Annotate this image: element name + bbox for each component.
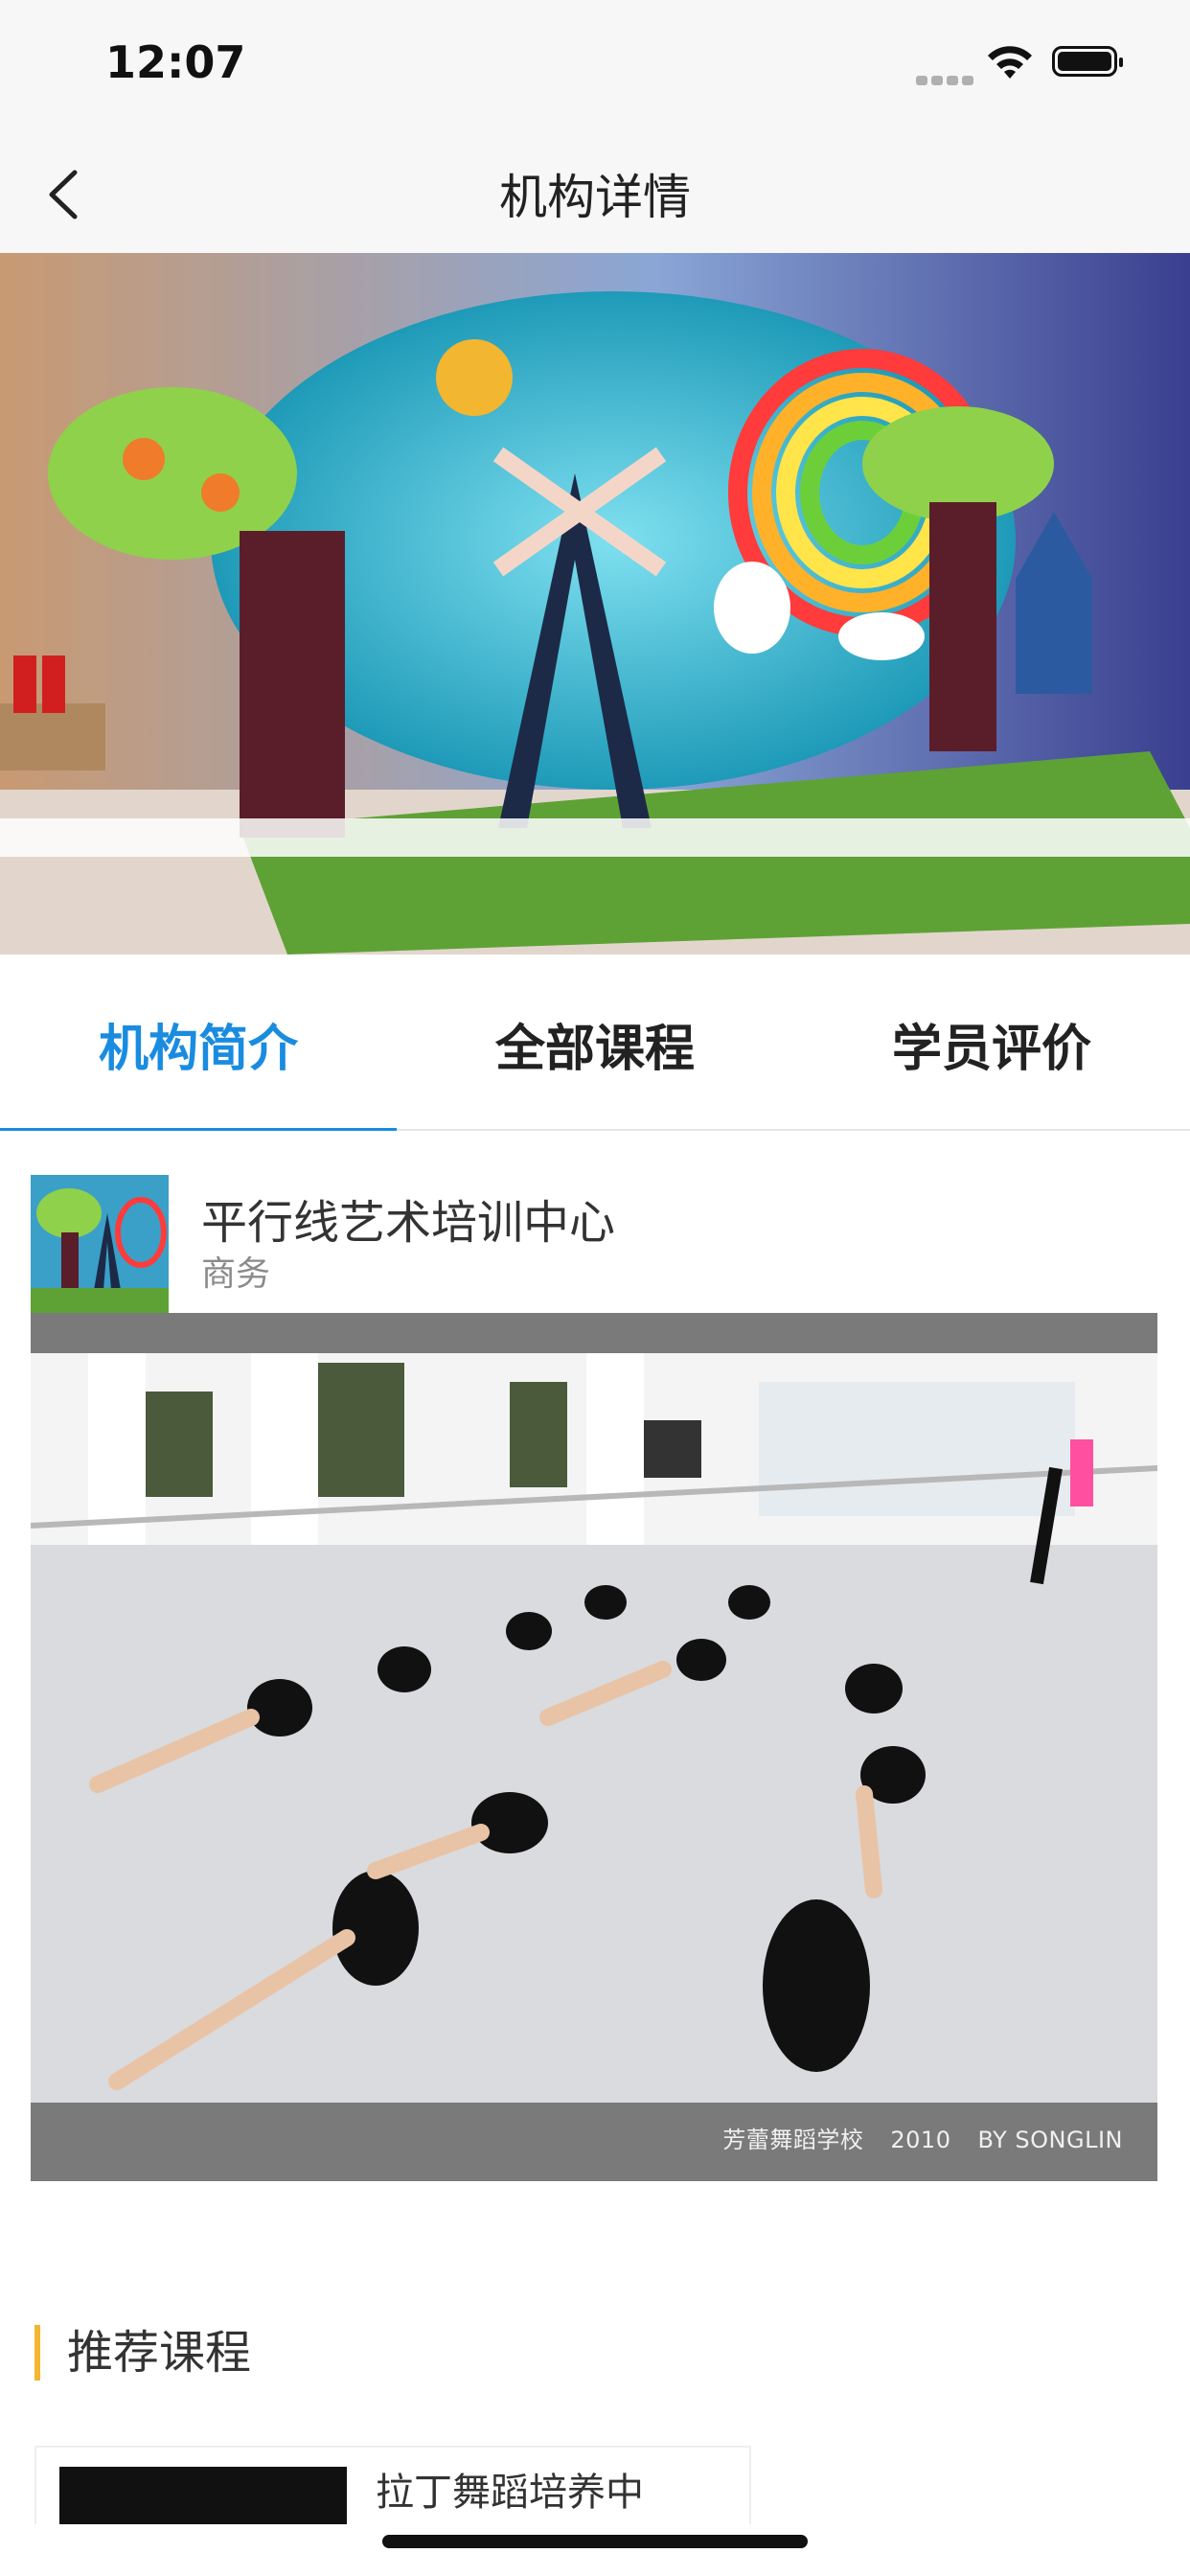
tab-bar: 机构简介 全部课程 学员评价 (0, 954, 1190, 1131)
course-thumbnail (59, 2467, 347, 2524)
section-title-recommended: 推荐课程 (34, 2325, 251, 2380)
organization-logo (31, 1175, 169, 1313)
wifi-icon (988, 46, 1032, 79)
organization-header: 平行线艺术培训中心 商务 (31, 1175, 1157, 1313)
battery-icon (1052, 46, 1123, 77)
page-title: 机构详情 (499, 170, 691, 225)
feature-image-block: 芳蕾舞蹈学校 2010 BY SONGLIN (31, 1313, 1157, 2181)
caption-year: 2010 (890, 2127, 951, 2153)
image-caption: 芳蕾舞蹈学校 2010 BY SONGLIN (696, 2121, 1123, 2154)
organization-category: 商务 (201, 1254, 271, 1294)
cellular-signal-icon (916, 71, 977, 89)
status-bar: 12:07 (0, 0, 1190, 134)
active-tab-indicator (0, 1128, 397, 1131)
caption-school: 芳蕾舞蹈学校 (722, 2127, 864, 2153)
tab-reviews[interactable]: 学员评价 (793, 1008, 1190, 1080)
tab-intro[interactable]: 机构简介 (0, 1008, 397, 1080)
caption-author: BY SONGLIN (977, 2127, 1123, 2153)
course-card[interactable]: 拉丁舞蹈培养中 (34, 2446, 751, 2524)
dance-class-photo (31, 1353, 1157, 2103)
hero-banner-image (0, 253, 1190, 954)
organization-name: 平行线艺术培训中心 (201, 1196, 616, 1250)
navigation-bar: 机构详情 (0, 134, 1190, 253)
status-time: 12:07 (105, 36, 246, 88)
course-title: 拉丁舞蹈培养中 (376, 2471, 644, 2515)
tab-all-courses[interactable]: 全部课程 (397, 1008, 793, 1080)
home-indicator[interactable] (382, 2535, 808, 2548)
